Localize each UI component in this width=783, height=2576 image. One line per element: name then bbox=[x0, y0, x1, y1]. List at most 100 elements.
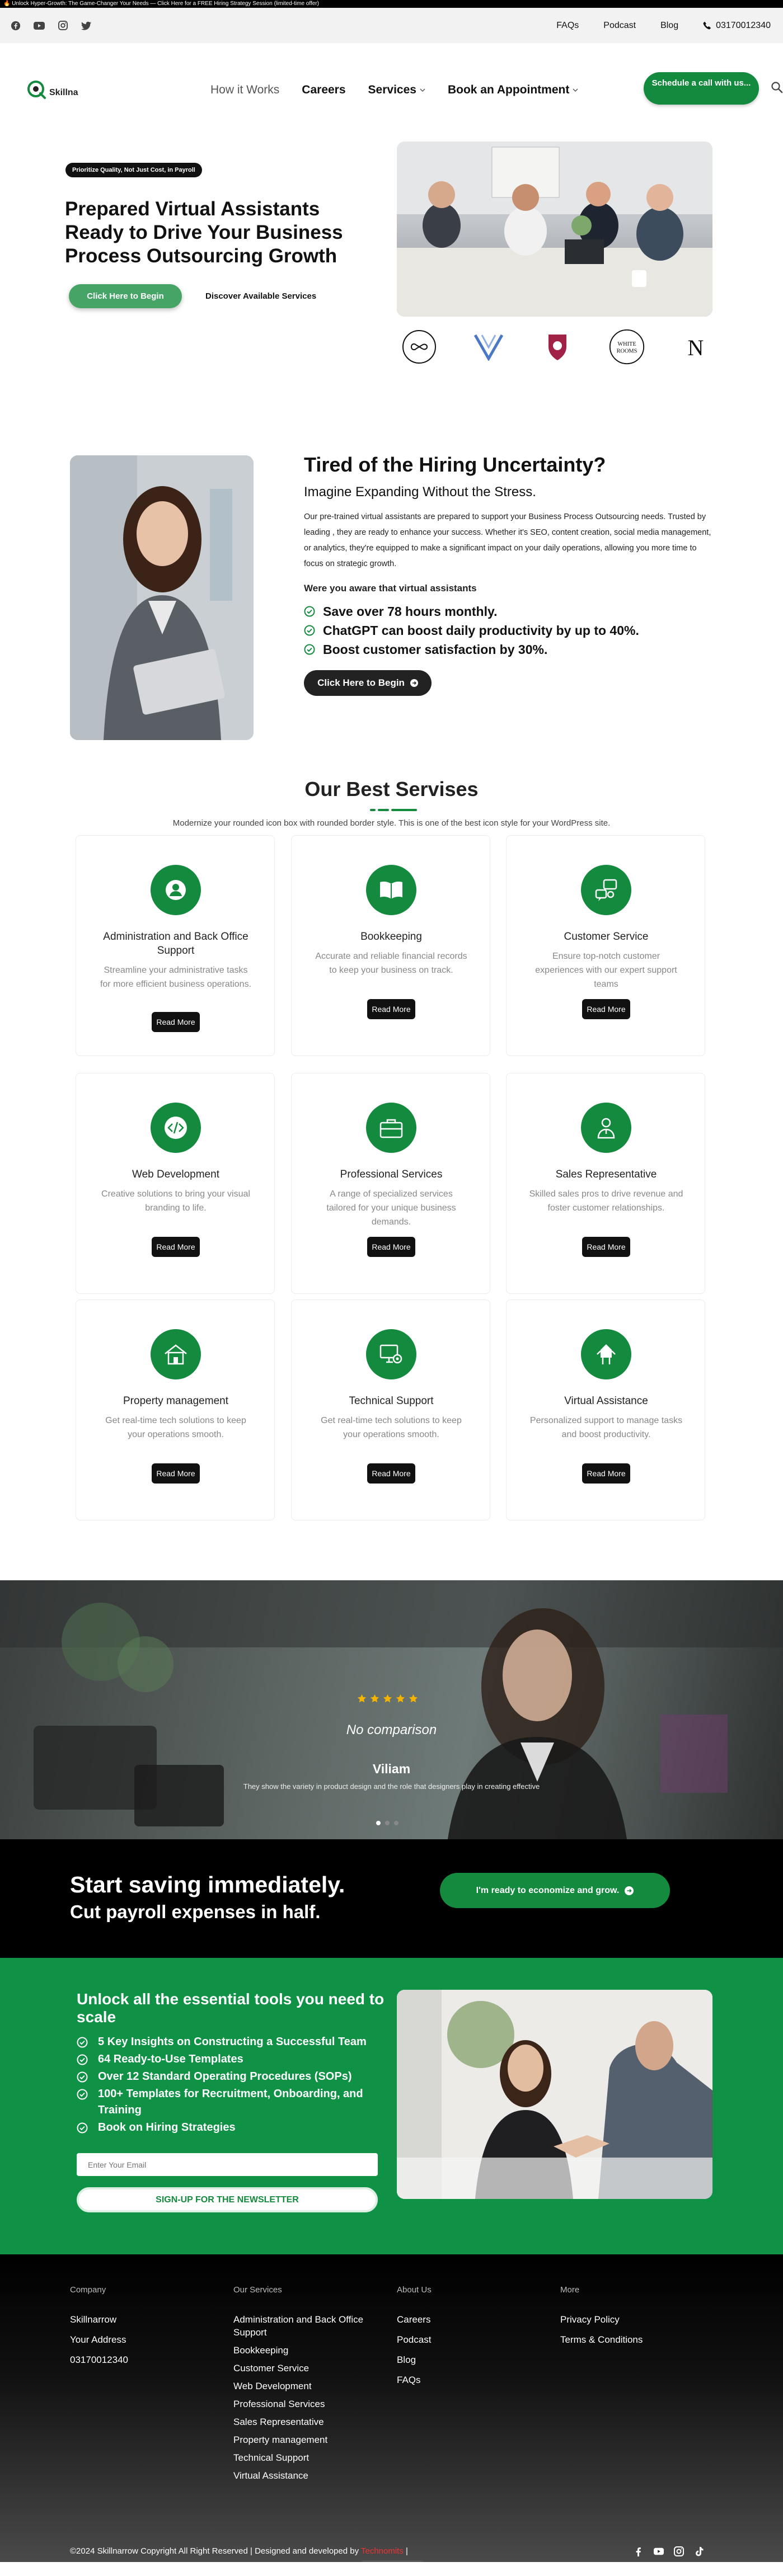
facebook-icon[interactable] bbox=[634, 2546, 644, 2556]
youtube-icon[interactable] bbox=[34, 20, 45, 31]
service-card-desc: Creative solutions to bring your visual … bbox=[101, 1189, 250, 1213]
slider-dot[interactable] bbox=[385, 1821, 390, 1825]
read-more-button[interactable]: Read More bbox=[367, 999, 415, 1019]
read-more-button[interactable]: Read More bbox=[367, 1237, 415, 1257]
top-link-blog[interactable]: Blog bbox=[660, 21, 678, 31]
horizontal-scrollbar[interactable] bbox=[362, 2560, 423, 2562]
site-logo[interactable]: Skillna bbox=[26, 79, 87, 101]
footer-link[interactable]: Blog bbox=[397, 2353, 548, 2366]
footer-link[interactable]: Administration and Back Office Support bbox=[233, 2313, 385, 2339]
top-link-faqs[interactable]: FAQs bbox=[556, 21, 579, 31]
read-more-button[interactable]: Read More bbox=[582, 1237, 630, 1257]
benefit-list: Save over 78 hours monthly. ChatGPT can … bbox=[304, 602, 639, 659]
newsletter-benefits: 5 Key Insights on Constructing a Success… bbox=[77, 2034, 368, 2137]
hero-team-photo bbox=[397, 142, 712, 317]
instagram-icon[interactable] bbox=[674, 2546, 684, 2556]
hiring-begin-button[interactable]: Click Here to Begin bbox=[304, 670, 432, 696]
service-card-title: Sales Representative bbox=[555, 1169, 657, 1180]
slider-dot[interactable] bbox=[376, 1821, 381, 1825]
top-links: FAQs Podcast Blog 03170012340 bbox=[556, 21, 771, 31]
youtube-icon[interactable] bbox=[654, 2546, 664, 2556]
footer-link[interactable]: Professional Services bbox=[233, 2398, 385, 2410]
footer-link[interactable]: Web Development bbox=[233, 2380, 385, 2393]
service-card-title: Bookkeeping bbox=[360, 931, 422, 943]
hero-begin-button[interactable]: Click Here to Begin bbox=[69, 284, 182, 308]
service-card-title: Technical Support bbox=[349, 1395, 434, 1407]
partner-logo-v bbox=[470, 328, 507, 365]
facebook-icon[interactable] bbox=[10, 20, 21, 31]
service-card-desc: Ensure top-notch customer experiences wi… bbox=[535, 952, 677, 989]
phone-link[interactable]: 03170012340 bbox=[703, 21, 771, 31]
footer-link[interactable]: Technical Support bbox=[233, 2451, 385, 2464]
footer-link[interactable]: FAQs bbox=[397, 2374, 548, 2386]
arrow-right-icon bbox=[410, 679, 418, 687]
footer-social bbox=[634, 2546, 704, 2556]
footer-link[interactable]: Careers bbox=[397, 2313, 548, 2326]
service-card-property: Property management Get real-time tech s… bbox=[76, 1299, 275, 1520]
footer-link[interactable]: Sales Representative bbox=[233, 2415, 385, 2428]
svg-text:ROOMS: ROOMS bbox=[616, 348, 637, 354]
service-card-title: Virtual Assistance bbox=[564, 1395, 648, 1407]
service-card-title: Professional Services bbox=[340, 1169, 443, 1180]
service-card-title: Administration and Back Office Support bbox=[103, 931, 249, 957]
footer-link[interactable]: Virtual Assistance bbox=[233, 2469, 385, 2482]
tiktok-icon[interactable] bbox=[694, 2546, 704, 2556]
schedule-call-button[interactable]: Schedule a call with us... bbox=[644, 72, 759, 105]
footer-heading: Our Services bbox=[233, 2285, 282, 2295]
briefcase-icon bbox=[366, 1103, 416, 1153]
testimonial-author: Viliam bbox=[372, 1762, 411, 1776]
read-more-button[interactable]: Read More bbox=[582, 999, 630, 1019]
footer-heading: More bbox=[560, 2285, 580, 2295]
code-icon bbox=[151, 1103, 201, 1153]
instagram-icon[interactable] bbox=[57, 20, 68, 31]
partner-logo-infinity bbox=[401, 328, 438, 365]
footer-link[interactable]: Terms & Conditions bbox=[560, 2333, 711, 2346]
footer-link[interactable]: Customer Service bbox=[233, 2362, 385, 2375]
newsletter-title: Unlock all the essential tools you need … bbox=[77, 1990, 385, 2026]
nav-services[interactable]: Services bbox=[368, 83, 425, 97]
nav-careers[interactable]: Careers bbox=[302, 83, 345, 97]
footer-phone[interactable]: 03170012340 bbox=[70, 2353, 221, 2366]
read-more-button[interactable]: Read More bbox=[152, 1012, 200, 1032]
twitter-icon[interactable] bbox=[81, 20, 92, 31]
logo-text: Skillna bbox=[49, 88, 78, 97]
check-circle-icon bbox=[77, 2054, 88, 2065]
read-more-button[interactable]: Read More bbox=[152, 1463, 200, 1484]
footer-col-more: More Privacy Policy Terms & Conditions bbox=[560, 2285, 711, 2353]
email-field[interactable] bbox=[77, 2153, 378, 2176]
savings-banner: Start saving immediately. Cut payroll ex… bbox=[0, 1839, 783, 1958]
read-more-button[interactable]: Read More bbox=[582, 1463, 630, 1484]
newsletter-signup-button[interactable]: SIGN-UP FOR THE NEWSLETTER bbox=[77, 2187, 378, 2212]
footer-col-about: About Us Careers Podcast Blog FAQs bbox=[397, 2285, 548, 2394]
read-more-button[interactable]: Read More bbox=[152, 1237, 200, 1257]
economize-button[interactable]: I'm ready to economize and grow. bbox=[440, 1873, 670, 1908]
testimonial-slider[interactable]: No comparison Viliam They show the varie… bbox=[0, 1580, 783, 1839]
nav-book-appointment[interactable]: Book an Appointment bbox=[448, 83, 578, 97]
footer-link[interactable]: Privacy Policy bbox=[560, 2313, 711, 2326]
slider-dot[interactable] bbox=[394, 1821, 398, 1825]
footer-link[interactable]: Bookkeeping bbox=[233, 2344, 385, 2357]
read-more-button[interactable]: Read More bbox=[367, 1463, 415, 1484]
discover-services-link[interactable]: Discover Available Services bbox=[205, 291, 316, 301]
slider-dots bbox=[376, 1821, 398, 1825]
nav-how-it-works[interactable]: How it Works bbox=[210, 83, 279, 97]
chevron-down-icon bbox=[573, 88, 578, 92]
hiring-section: Tired of the Hiring Uncertainty? Imagine… bbox=[0, 392, 783, 778]
search-icon[interactable] bbox=[771, 81, 783, 93]
developer-link[interactable]: Technomits bbox=[361, 2546, 404, 2556]
check-circle-icon bbox=[77, 2071, 88, 2083]
service-card-desc: Accurate and reliable financial records … bbox=[315, 952, 467, 975]
announcement-bar[interactable]: 🔥 Unlock Hyper-Growth: The Game-Changer … bbox=[0, 0, 783, 8]
service-card-desc: Personalized support to manage tasks and… bbox=[529, 1416, 683, 1439]
services-title: Our Best Servises bbox=[304, 778, 479, 800]
list-item: 5 Key Insights on Constructing a Success… bbox=[77, 2034, 368, 2050]
top-link-podcast[interactable]: Podcast bbox=[603, 21, 636, 31]
list-item-text: Book on Hiring Strategies bbox=[98, 2121, 236, 2134]
list-item-text: 5 Key Insights on Constructing a Success… bbox=[98, 2036, 367, 2048]
service-card-title: Customer Service bbox=[564, 931, 649, 943]
footer-link[interactable]: Property management bbox=[233, 2433, 385, 2446]
footer-link[interactable]: Podcast bbox=[397, 2333, 548, 2346]
rating-stars bbox=[357, 1694, 418, 1703]
copyright: ©2024 Skillnarrow Copyright All Right Re… bbox=[70, 2546, 408, 2556]
book-icon bbox=[366, 865, 416, 915]
